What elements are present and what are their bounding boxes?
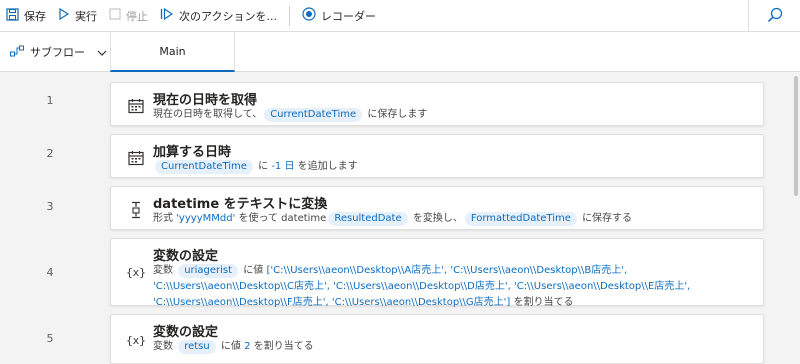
literal-value: 2: [244, 341, 251, 352]
tab-bar: サブフロー Main: [0, 32, 800, 72]
save-label: 保存: [24, 9, 46, 23]
recorder-button[interactable]: レコーダー: [296, 0, 382, 32]
run-button[interactable]: 実行: [52, 0, 103, 32]
play-icon: [58, 7, 70, 23]
desc-text: に保存します: [367, 109, 428, 120]
run-label: 実行: [75, 9, 97, 23]
desc-text: を追加します: [297, 161, 358, 172]
action-card[interactable]: 現在の日時を取得 現在の日時を取得して、 CurrentDateTime に保存し…: [110, 82, 764, 126]
desc-text: を変換し、: [412, 213, 463, 224]
desc-text: に: [258, 161, 269, 172]
chevron-down-icon: [97, 46, 107, 59]
variable-icon: {x}: [126, 333, 146, 347]
action-card[interactable]: {x} 変数の設定 変数 retsu に値 2 を割り当てる: [110, 314, 764, 364]
desc-text: 変数: [153, 341, 173, 352]
action-title: 現在の日時を取得: [153, 93, 258, 108]
recorder-label: レコーダー: [320, 9, 376, 23]
search-button[interactable]: [748, 0, 800, 32]
action-title: datetime をテキストに変換: [153, 197, 328, 212]
line-number: 2: [46, 147, 54, 160]
variable-token: ResultedDate: [328, 212, 408, 226]
desc-text: 変数: [153, 265, 173, 276]
variable-token: FormattedDateTime: [464, 212, 577, 226]
next-action-button[interactable]: 次のアクションを...: [154, 0, 283, 32]
action-card[interactable]: datetime をテキストに変換 形式 'yyyyMMdd' を使って dat…: [110, 186, 764, 230]
subflow-icon: [10, 45, 24, 60]
desc-text: 現在の日時を取得して、: [153, 109, 263, 120]
action-description: 現在の日時を取得して、 CurrentDateTime に保存します: [153, 107, 753, 123]
stop-button[interactable]: 停止: [103, 0, 154, 32]
calendar-icon: [125, 95, 147, 117]
desc-text: に値: [220, 341, 241, 352]
variable-icon: {x}: [126, 265, 146, 279]
toolbar: 保存 実行 停止 次のアクションを... レコーダー: [0, 0, 800, 32]
action-card[interactable]: 加算する日時 CurrentDateTime に -1 日 を追加します: [110, 134, 764, 178]
search-icon: [767, 7, 783, 26]
subflow-label: サブフロー: [30, 46, 85, 59]
stop-label: 停止: [126, 9, 148, 23]
variable-token: CurrentDateTime: [155, 160, 253, 174]
desc-text: に保存する: [582, 213, 633, 224]
desc-text: を割り当てる: [253, 341, 314, 352]
convert-icon: [125, 199, 147, 221]
desc-text: を使って datetime: [238, 213, 327, 224]
line-number: 5: [46, 332, 54, 345]
line-number: 3: [46, 200, 54, 213]
variable-token: CurrentDateTime: [264, 108, 363, 122]
calendar-icon: [125, 147, 147, 169]
action-title: 加算する日時: [153, 145, 232, 160]
vertical-scrollbar[interactable]: [790, 72, 800, 356]
toolbar-divider: [288, 5, 290, 26]
line-number-gutter: 1 2 3 4 5: [0, 72, 100, 356]
desc-text: に値: [243, 265, 264, 276]
subflow-dropdown[interactable]: サブフロー: [0, 32, 110, 72]
variable-token: retsu: [178, 340, 216, 354]
stop-icon: [109, 8, 121, 23]
literal-value: 'yyyyMMdd': [176, 213, 236, 224]
tab-main[interactable]: Main: [110, 32, 235, 72]
next-action-label: 次のアクションを...: [179, 9, 277, 23]
action-description: 形式 'yyyyMMdd' を使って datetime ResultedDate …: [153, 211, 753, 227]
action-card[interactable]: {x} 変数の設定 変数 uriagerist に値 ['C:\\Users\\…: [110, 238, 764, 308]
action-title: 変数の設定: [153, 325, 219, 340]
action-title: 変数の設定: [153, 249, 219, 264]
save-icon: [6, 7, 19, 24]
tab-main-label: Main: [159, 44, 186, 58]
step-icon: [160, 7, 174, 23]
record-icon: [302, 7, 316, 24]
line-number: 1: [46, 94, 54, 107]
scrollbar-thumb[interactable]: [794, 76, 798, 196]
flow-canvas: 1 2 3 4 5 現在の日時を取得 現在の日時を取得して、 CurrentDat…: [0, 72, 800, 364]
action-description: 変数 uriagerist に値 ['C:\\Users\\aeon\\Desk…: [153, 263, 753, 311]
literal-value: -1 日: [271, 161, 295, 172]
action-description: CurrentDateTime に -1 日 を追加します: [153, 159, 753, 175]
action-description: 変数 retsu に値 2 を割り当てる: [153, 339, 753, 355]
save-button[interactable]: 保存: [0, 0, 52, 32]
desc-text: 形式: [153, 213, 173, 224]
line-number: 4: [46, 266, 54, 279]
variable-token: uriagerist: [178, 264, 239, 278]
desc-text: を割り当てる: [513, 297, 574, 308]
